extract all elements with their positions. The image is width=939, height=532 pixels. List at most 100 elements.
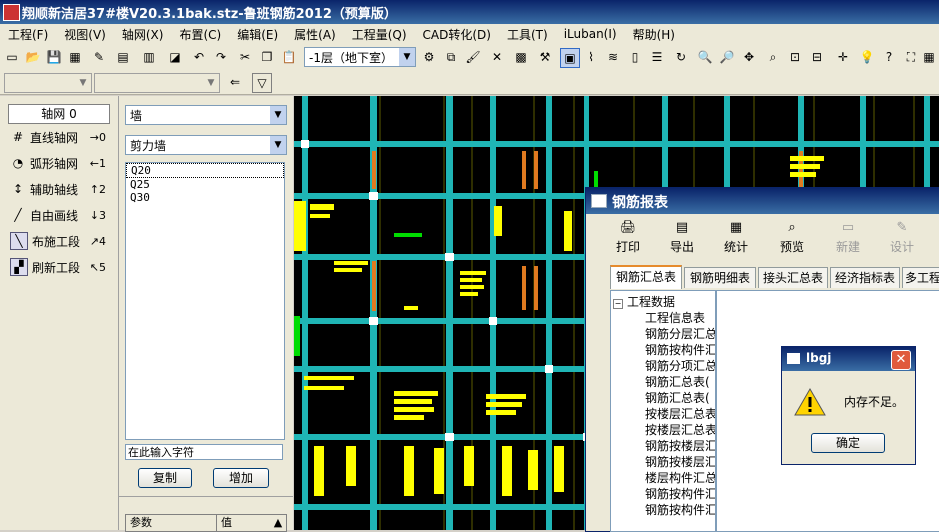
tree-item[interactable]: 按楼层汇总表 <box>645 421 715 438</box>
tree-item[interactable]: 钢筋汇总表( <box>645 373 710 390</box>
close-icon[interactable]: ✕ <box>891 350 911 370</box>
axis-item-freeline[interactable]: ╱ 自由画线 ↓3 <box>10 204 110 226</box>
list-item[interactable]: Q30 <box>126 191 284 204</box>
brush-icon[interactable]: 🖌 <box>464 48 482 66</box>
print-button[interactable]: 🖨 打印 <box>608 220 648 256</box>
axis-tab[interactable]: 轴网 0 <box>8 104 110 124</box>
tree-item[interactable]: 钢筋按楼层汇 <box>645 453 715 470</box>
menu-cad[interactable]: CAD转化(D) <box>415 26 499 43</box>
tree-item[interactable]: 钢筋按构件汇 <box>645 485 715 502</box>
tree-item[interactable]: 按楼层汇总表 <box>645 405 715 422</box>
ok-button[interactable]: 确定 <box>811 433 885 453</box>
zoom-window-icon[interactable]: ⌕ <box>764 48 782 66</box>
list-item[interactable]: Q20 <box>126 163 284 178</box>
grade-list[interactable]: Q20 Q25 Q30 <box>125 162 285 440</box>
layer-combo[interactable]: ▼ <box>4 73 92 93</box>
error-dialog[interactable]: lbgj ✕ 内存不足。 确定 <box>781 346 916 465</box>
tree-item[interactable]: 钢筋汇总表( <box>645 389 710 406</box>
axis-item-aux[interactable]: ↕ 辅助轴线 ↑2 <box>10 178 110 200</box>
redo-icon[interactable]: ↷ <box>212 48 230 66</box>
copy-icon[interactable]: ❐ <box>258 48 276 66</box>
select-tool-icon[interactable]: ▣ <box>560 48 580 68</box>
chevron-down-icon[interactable]: ▼ <box>399 48 415 66</box>
zoom-in-icon[interactable]: 🔍 <box>696 48 714 66</box>
category-select[interactable]: 墙 ▼ <box>125 105 287 125</box>
tree-item[interactable]: 钢筋分层汇总 <box>645 325 715 342</box>
filter-input[interactable]: 在此输入字符 <box>125 444 283 460</box>
filter-icon[interactable]: ▽ <box>252 73 272 93</box>
axis-item-refresh[interactable]: ▞ 刷新工段 ↖5 <box>10 256 110 278</box>
lightbulb-icon[interactable]: 💡 <box>858 48 876 66</box>
menu-tools[interactable]: 工具(T) <box>499 26 556 43</box>
rebar-icon[interactable]: ≋ <box>604 48 622 66</box>
menu-axis[interactable]: 轴网(X) <box>114 26 172 43</box>
axis-item-straight[interactable]: # 直线轴网 →0 <box>10 126 110 148</box>
open-folder-icon[interactable]: 📂 <box>24 48 42 66</box>
report-title-bar[interactable]: 钢筋报表 <box>586 188 939 214</box>
new-file-icon[interactable]: ▭ <box>3 48 21 66</box>
tree-item[interactable]: 钢筋分项汇总 <box>645 357 715 374</box>
rotate-icon[interactable]: ↻ <box>672 48 690 66</box>
new-button[interactable]: ▭ 新建 <box>828 220 868 256</box>
tree-item[interactable]: 工程信息表 <box>645 309 705 326</box>
chevron-down-icon[interactable]: ▼ <box>75 74 91 92</box>
delete-icon[interactable]: ✕ <box>488 48 506 66</box>
menu-quantity[interactable]: 工程量(Q) <box>344 26 415 43</box>
tab-multi-project[interactable]: 多工程 <box>902 267 939 288</box>
floor-settings-icon[interactable]: ⚙ <box>420 48 438 66</box>
overview-icon[interactable]: ▦ <box>920 48 938 66</box>
dialog-title-bar[interactable]: lbgj ✕ <box>782 347 915 371</box>
axis-item-arc[interactable]: ◔ 弧形轴网 ←1 <box>10 152 110 174</box>
tree-item[interactable]: 钢筋按构件汇 <box>645 501 715 518</box>
book-icon[interactable]: ▤ <box>114 48 132 66</box>
tab-economic[interactable]: 经济指标表 <box>830 267 900 288</box>
tab-summary[interactable]: 钢筋汇总表 <box>610 265 682 289</box>
zoom-out-icon[interactable]: 🔎 <box>718 48 736 66</box>
menu-project[interactable]: 工程(F) <box>0 26 56 43</box>
measure-icon[interactable]: ⌇ <box>582 48 600 66</box>
zoom-extents-icon[interactable]: ⊡ <box>786 48 804 66</box>
back-icon[interactable]: ⇐ <box>226 73 244 91</box>
scroll-up-icon[interactable]: ▲ <box>270 515 287 531</box>
zoom-previous-icon[interactable]: ⊟ <box>808 48 826 66</box>
report-tree[interactable]: − 工程数据 工程信息表 钢筋分层汇总 钢筋按构件汇 钢筋分项汇总 钢筋汇总表( … <box>610 290 716 532</box>
tree-item[interactable]: 钢筋按楼层汇 <box>645 437 715 454</box>
tab-joint[interactable]: 接头汇总表 <box>758 267 828 288</box>
undo-icon[interactable]: ↶ <box>190 48 208 66</box>
menu-attribute[interactable]: 属性(A) <box>286 26 344 43</box>
param-grid[interactable]: 参数 值 ▲ <box>125 514 287 532</box>
axis-item-section[interactable]: ╲ 布施工段 ↗4 <box>10 230 110 252</box>
design-button[interactable]: ✎ 设计 <box>882 220 922 256</box>
cut-icon[interactable]: ✂ <box>236 48 254 66</box>
paste-icon[interactable]: 📋 <box>280 48 298 66</box>
type-select[interactable]: 剪力墙 ▼ <box>125 135 287 155</box>
tree-root[interactable]: − 工程数据 <box>613 293 675 310</box>
chevron-down-icon[interactable]: ▼ <box>203 74 219 92</box>
query-icon[interactable]: ? <box>880 48 898 66</box>
menu-layout[interactable]: 布置(C) <box>171 26 229 43</box>
calc-icon[interactable]: ▩ <box>512 48 530 66</box>
tree-item[interactable]: 楼层构件汇总 <box>645 469 715 486</box>
component-icon[interactable]: ▯ <box>626 48 644 66</box>
save-icon[interactable]: 💾 <box>45 48 63 66</box>
component-combo[interactable]: ▼ <box>94 73 220 93</box>
grid-edit-icon[interactable]: ▦ <box>66 48 84 66</box>
list-item[interactable]: Q25 <box>126 178 284 191</box>
pan-icon[interactable]: ✥ <box>740 48 758 66</box>
add-button[interactable]: 增加 <box>213 468 269 488</box>
tab-detail[interactable]: 钢筋明细表 <box>684 267 756 288</box>
menu-edit[interactable]: 编辑(E) <box>229 26 286 43</box>
export-button[interactable]: ▤ 导出 <box>662 220 702 256</box>
chevron-down-icon[interactable]: ▼ <box>270 106 286 124</box>
layers-icon[interactable]: ◪ <box>166 48 184 66</box>
wand-icon[interactable]: ⚒ <box>536 48 554 66</box>
pencil-icon[interactable]: ✎ <box>90 48 108 66</box>
floor-copy-icon[interactable]: ⧉ <box>442 48 460 66</box>
menu-view[interactable]: 视图(V) <box>56 26 114 43</box>
menu-iluban[interactable]: iLuban(I) <box>556 27 625 41</box>
floor-select[interactable]: -1层（地下室） ▼ <box>304 47 416 67</box>
preview-button[interactable]: ⌕ 预览 <box>772 220 812 256</box>
collapse-icon[interactable]: − <box>613 299 623 309</box>
chevron-down-icon[interactable]: ▼ <box>270 136 286 154</box>
tree-item[interactable]: 钢筋按构件汇 <box>645 341 715 358</box>
